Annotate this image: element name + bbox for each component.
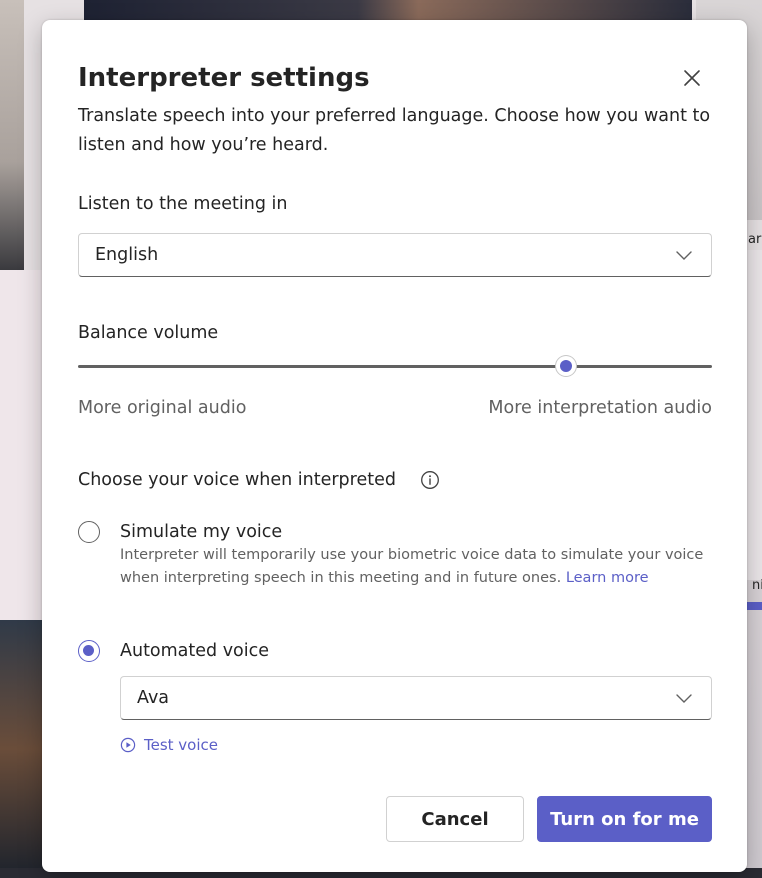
voice-dropdown[interactable]: Ava (120, 676, 712, 720)
balance-volume-slider[interactable] (78, 356, 712, 378)
active-speaker-bar (746, 602, 762, 610)
info-icon[interactable] (420, 470, 440, 490)
automated-voice-radio[interactable] (78, 640, 100, 662)
play-icon (120, 737, 136, 753)
dialog-title: Interpreter settings (78, 63, 370, 93)
simulate-voice-radio[interactable] (78, 521, 100, 543)
voice-label: Choose your voice when interpreted (78, 470, 396, 490)
dialog-description: Translate speech into your preferred lan… (78, 106, 711, 155)
video-tile-left-bottom (0, 620, 44, 878)
balance-label: Balance volume (78, 323, 219, 343)
original-audio-hint: More original audio (78, 398, 247, 418)
learn-more-link[interactable]: Learn more (566, 570, 649, 586)
simulate-voice-label[interactable]: Simulate my voice (120, 520, 282, 544)
interpretation-audio-hint: More interpretation audio (488, 398, 712, 418)
clipped-participant-name: ar (748, 232, 762, 247)
close-button[interactable] (678, 64, 706, 92)
voice-value: Ava (137, 688, 170, 708)
chevron-down-icon (676, 694, 692, 703)
listen-language-value: English (95, 245, 159, 265)
slider-thumb[interactable] (555, 356, 576, 376)
simulate-voice-description: Interpreter will temporarily use your bi… (120, 544, 710, 590)
listen-language-dropdown[interactable]: English (78, 233, 712, 277)
clipped-participant-name: ni (752, 578, 762, 593)
close-icon (684, 70, 700, 86)
listen-label: Listen to the meeting in (78, 194, 288, 214)
turn-on-button[interactable]: Turn on for me (537, 796, 712, 842)
video-tile-left-middle (0, 270, 44, 620)
automated-voice-label[interactable]: Automated voice (120, 639, 269, 663)
test-voice-label: Test voice (144, 736, 219, 754)
video-tile-left (0, 0, 24, 270)
interpreter-settings-dialog: Interpreter settings Translate speech in… (42, 20, 747, 872)
chevron-down-icon (676, 251, 692, 260)
cancel-button[interactable]: Cancel (386, 796, 524, 842)
slider-rail (78, 365, 712, 368)
test-voice-link[interactable]: Test voice (120, 736, 218, 754)
